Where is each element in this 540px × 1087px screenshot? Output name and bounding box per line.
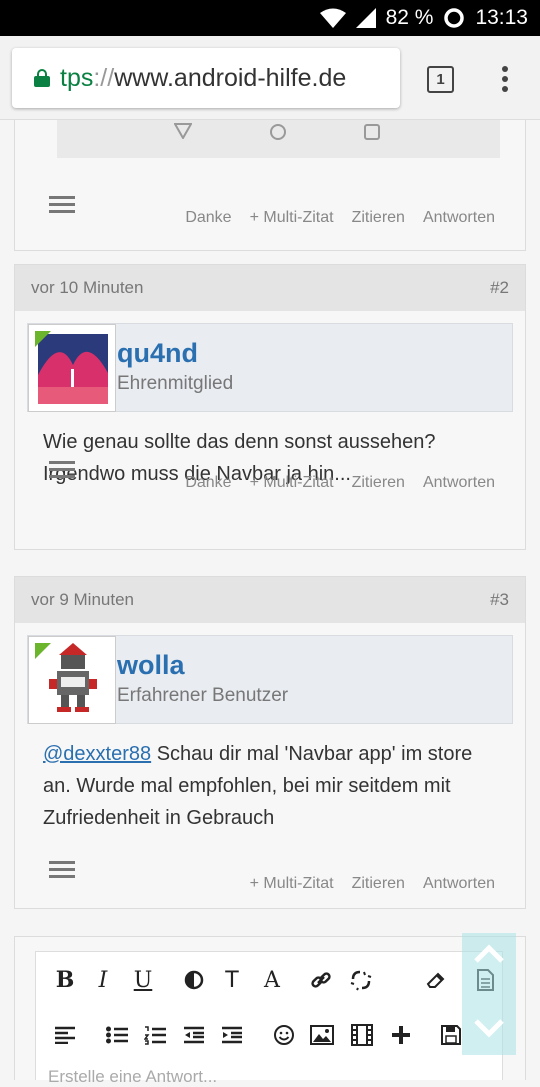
scroll-buttons[interactable]: [462, 933, 516, 1055]
post-time: vor 10 Minuten: [31, 278, 144, 297]
post-actions: Danke + Multi-Zitat Zitieren Antworten: [185, 209, 495, 227]
url-scheme: tps: [60, 63, 94, 92]
status-bar: 82 % 13:13: [0, 0, 540, 36]
reply-input-placeholder[interactable]: Erstelle eine Antwort...: [48, 1067, 217, 1087]
thanks-link[interactable]: Danke: [185, 209, 231, 227]
lock-icon: [34, 69, 50, 87]
user-mention-link[interactable]: @dexxter88: [43, 743, 151, 765]
post-2: vor 10 Minuten #2 qu4nd Ehrenmitglied Wi…: [14, 264, 526, 550]
font-size-button[interactable]: T: [217, 965, 247, 995]
multi-quote-link[interactable]: + Multi-Zitat: [250, 209, 334, 227]
reply-link[interactable]: Antworten: [423, 875, 495, 893]
post-time: vor 9 Minuten: [31, 590, 134, 609]
smiley-icon[interactable]: [269, 1020, 299, 1050]
color-icon[interactable]: [179, 965, 209, 995]
battery-percent: 82 %: [385, 6, 434, 29]
reply-editor: B I U T A: [14, 936, 526, 1080]
url-separator: ://: [93, 63, 115, 92]
screenshot-navbar-image: [57, 120, 500, 158]
align-left-icon[interactable]: [50, 1020, 80, 1050]
post-number[interactable]: #2: [490, 278, 509, 298]
font-family-button[interactable]: A: [257, 965, 287, 995]
bold-button[interactable]: B: [50, 965, 80, 995]
image-icon[interactable]: [307, 1020, 337, 1050]
post-header: vor 10 Minuten #2: [15, 265, 525, 311]
tab-switcher-button[interactable]: 1: [427, 66, 454, 93]
clock: 13:13: [475, 6, 528, 29]
post-message: @dexxter88 Schau dir mal 'Navbar app' im…: [15, 724, 525, 834]
post-actions: Danke + Multi-Zitat Zitieren Antworten: [185, 474, 495, 492]
eraser-icon[interactable]: [420, 965, 450, 995]
quote-link[interactable]: Zitieren: [352, 209, 405, 227]
recents-square-icon: [364, 124, 380, 140]
italic-button[interactable]: I: [88, 965, 118, 995]
unlink-icon[interactable]: [346, 965, 376, 995]
avatar[interactable]: [28, 636, 116, 724]
bullet-list-icon[interactable]: [102, 1020, 132, 1050]
avatar[interactable]: [28, 324, 116, 412]
editor-toolbar: B I U T A: [35, 951, 503, 1080]
post-menu-icon[interactable]: [49, 196, 75, 217]
reply-link[interactable]: Antworten: [423, 209, 495, 227]
quote-link[interactable]: Zitieren: [352, 474, 405, 492]
address-bar[interactable]: tps://www.android-hilfe.de: [12, 48, 400, 108]
plus-icon[interactable]: [386, 1020, 416, 1050]
username[interactable]: qu4nd: [117, 338, 198, 369]
post-menu-icon[interactable]: [49, 461, 75, 482]
multi-quote-link[interactable]: + Multi-Zitat: [250, 474, 334, 492]
outdent-icon[interactable]: [179, 1020, 209, 1050]
video-icon[interactable]: [347, 1020, 377, 1050]
home-circle-icon: [270, 124, 286, 140]
battery-ring-icon: [444, 8, 465, 28]
post-3: vor 9 Minuten #3 wolla Erfahrener Benutz…: [14, 576, 526, 909]
url-text[interactable]: tps://www.android-hilfe.de: [60, 64, 346, 93]
post-actions: + Multi-Zitat Zitieren Antworten: [250, 875, 495, 893]
wifi-icon: [319, 8, 346, 28]
user-title: Ehrenmitglied: [117, 373, 234, 394]
post-1: Danke + Multi-Zitat Zitieren Antworten: [14, 120, 526, 251]
overflow-menu-icon[interactable]: [502, 66, 508, 92]
page-content: Danke + Multi-Zitat Zitieren Antworten v…: [0, 120, 540, 1080]
underline-button[interactable]: U: [128, 965, 158, 995]
user-info: wolla Erfahrener Benutzer: [27, 635, 513, 724]
post-number[interactable]: #3: [490, 590, 509, 610]
reply-link[interactable]: Antworten: [423, 474, 495, 492]
indent-icon[interactable]: [217, 1020, 247, 1050]
post-menu-icon[interactable]: [49, 861, 75, 882]
scroll-up-icon[interactable]: [474, 943, 504, 963]
signal-icon: [355, 8, 376, 28]
url-host: www.android-hilfe.de: [114, 63, 347, 92]
scroll-down-icon[interactable]: [474, 1019, 504, 1039]
multi-quote-link[interactable]: + Multi-Zitat: [250, 875, 334, 893]
back-triangle-icon: [174, 123, 192, 139]
browser-toolbar: tps://www.android-hilfe.de 1: [0, 36, 540, 120]
user-title: Erfahrener Benutzer: [117, 685, 289, 706]
username[interactable]: wolla: [117, 650, 185, 681]
link-icon[interactable]: [306, 965, 336, 995]
numbered-list-icon[interactable]: [140, 1020, 170, 1050]
quote-link[interactable]: Zitieren: [352, 875, 405, 893]
user-info: qu4nd Ehrenmitglied: [27, 323, 513, 412]
thanks-link[interactable]: Danke: [185, 474, 231, 492]
post-header: vor 9 Minuten #3: [15, 577, 525, 623]
